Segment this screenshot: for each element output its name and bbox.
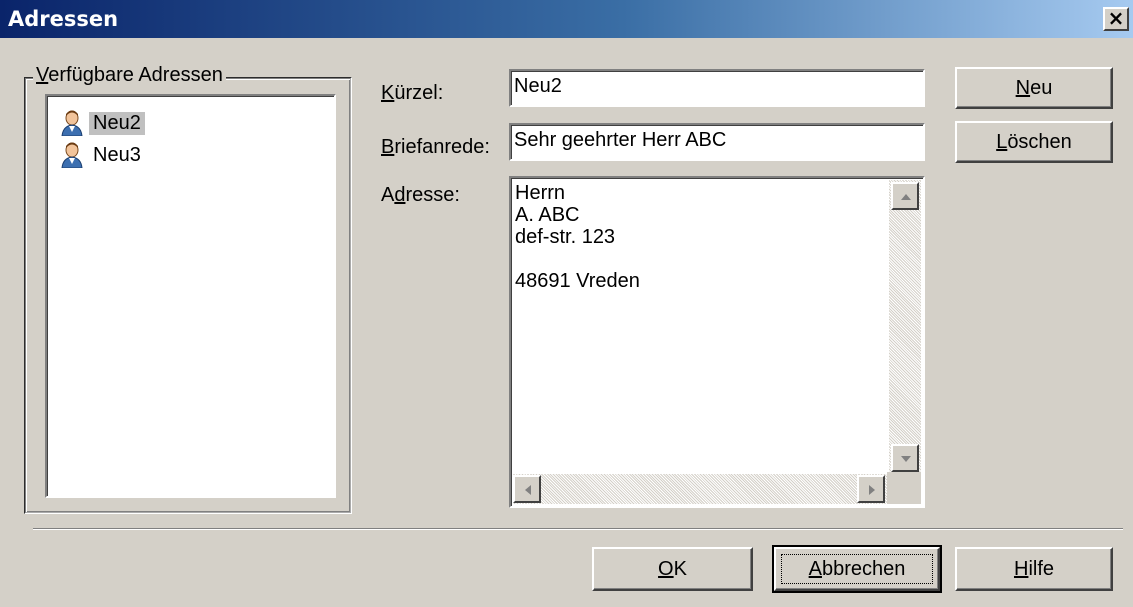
close-icon: × [1107, 6, 1125, 30]
separator [33, 528, 1123, 530]
kuerzel-label-text: ürzel: [394, 82, 444, 104]
list-item-label: Neu2 [89, 111, 145, 135]
group-legend-accel: V [36, 64, 49, 86]
delete-button[interactable]: Löschen [955, 121, 1113, 163]
vertical-scrollbar[interactable] [889, 180, 921, 474]
list-item[interactable]: Neu2 [61, 108, 145, 138]
scroll-up-button[interactable] [891, 182, 919, 210]
briefanrede-field[interactable]: Sehr geehrter Herr ABC [509, 123, 925, 161]
ok-button-text: K [673, 558, 687, 580]
group-legend-text: erfügbare Adressen [48, 64, 223, 86]
help-button-accel: H [1013, 558, 1029, 580]
new-button-accel: N [1015, 77, 1031, 99]
arrow-up-icon [901, 194, 911, 200]
arrow-down-icon [901, 456, 911, 462]
kuerzel-label: Kürzel: [381, 82, 443, 105]
briefanrede-label-text: riefanrede: [394, 136, 490, 158]
window-title: Adressen [8, 7, 119, 31]
new-button[interactable]: Neu [955, 67, 1113, 109]
adresse-text[interactable]: Herrn A. ABC def-str. 123 48691 Vreden [515, 182, 640, 292]
scrollbar-corner [887, 472, 921, 504]
scroll-down-button[interactable] [891, 444, 919, 472]
person-icon [61, 110, 83, 137]
adresse-label: Adresse: [381, 184, 460, 207]
adresse-label-accel: d [394, 184, 406, 206]
adresse-textarea[interactable]: Herrn A. ABC def-str. 123 48691 Vreden [509, 176, 925, 508]
adresse-label-text: resse: [405, 184, 460, 206]
focus-rect [781, 554, 933, 584]
scroll-left-button[interactable] [513, 475, 541, 503]
list-item-label: Neu3 [93, 143, 141, 166]
arrow-left-icon [525, 485, 531, 495]
horizontal-scrollbar[interactable] [513, 474, 889, 504]
kuerzel-field[interactable]: Neu2 [509, 69, 925, 107]
group-legend: Verfügbare Adressen [33, 64, 226, 87]
scroll-right-button[interactable] [857, 475, 885, 503]
list-item[interactable]: Neu3 [61, 140, 145, 170]
person-icon [61, 142, 83, 169]
address-listbox[interactable]: Neu2 Neu3 [45, 94, 336, 498]
ok-button-accel: O [658, 558, 674, 580]
title-bar[interactable]: Adressen × [0, 0, 1133, 38]
delete-button-text: öschen [1007, 131, 1072, 153]
briefanrede-label: Briefanrede: [381, 136, 490, 159]
close-button[interactable]: × [1103, 7, 1129, 31]
cancel-button[interactable]: Abbrechen [772, 545, 942, 593]
new-button-text: eu [1030, 77, 1053, 99]
adresse-label-pre: A [381, 184, 395, 206]
help-button-text: ilfe [1028, 558, 1055, 580]
delete-button-accel: L [996, 131, 1008, 153]
help-button[interactable]: Hilfe [955, 547, 1113, 591]
arrow-right-icon [869, 485, 875, 495]
ok-button[interactable]: OK [592, 547, 753, 591]
briefanrede-label-accel: B [381, 136, 395, 158]
kuerzel-label-accel: K [381, 82, 395, 104]
